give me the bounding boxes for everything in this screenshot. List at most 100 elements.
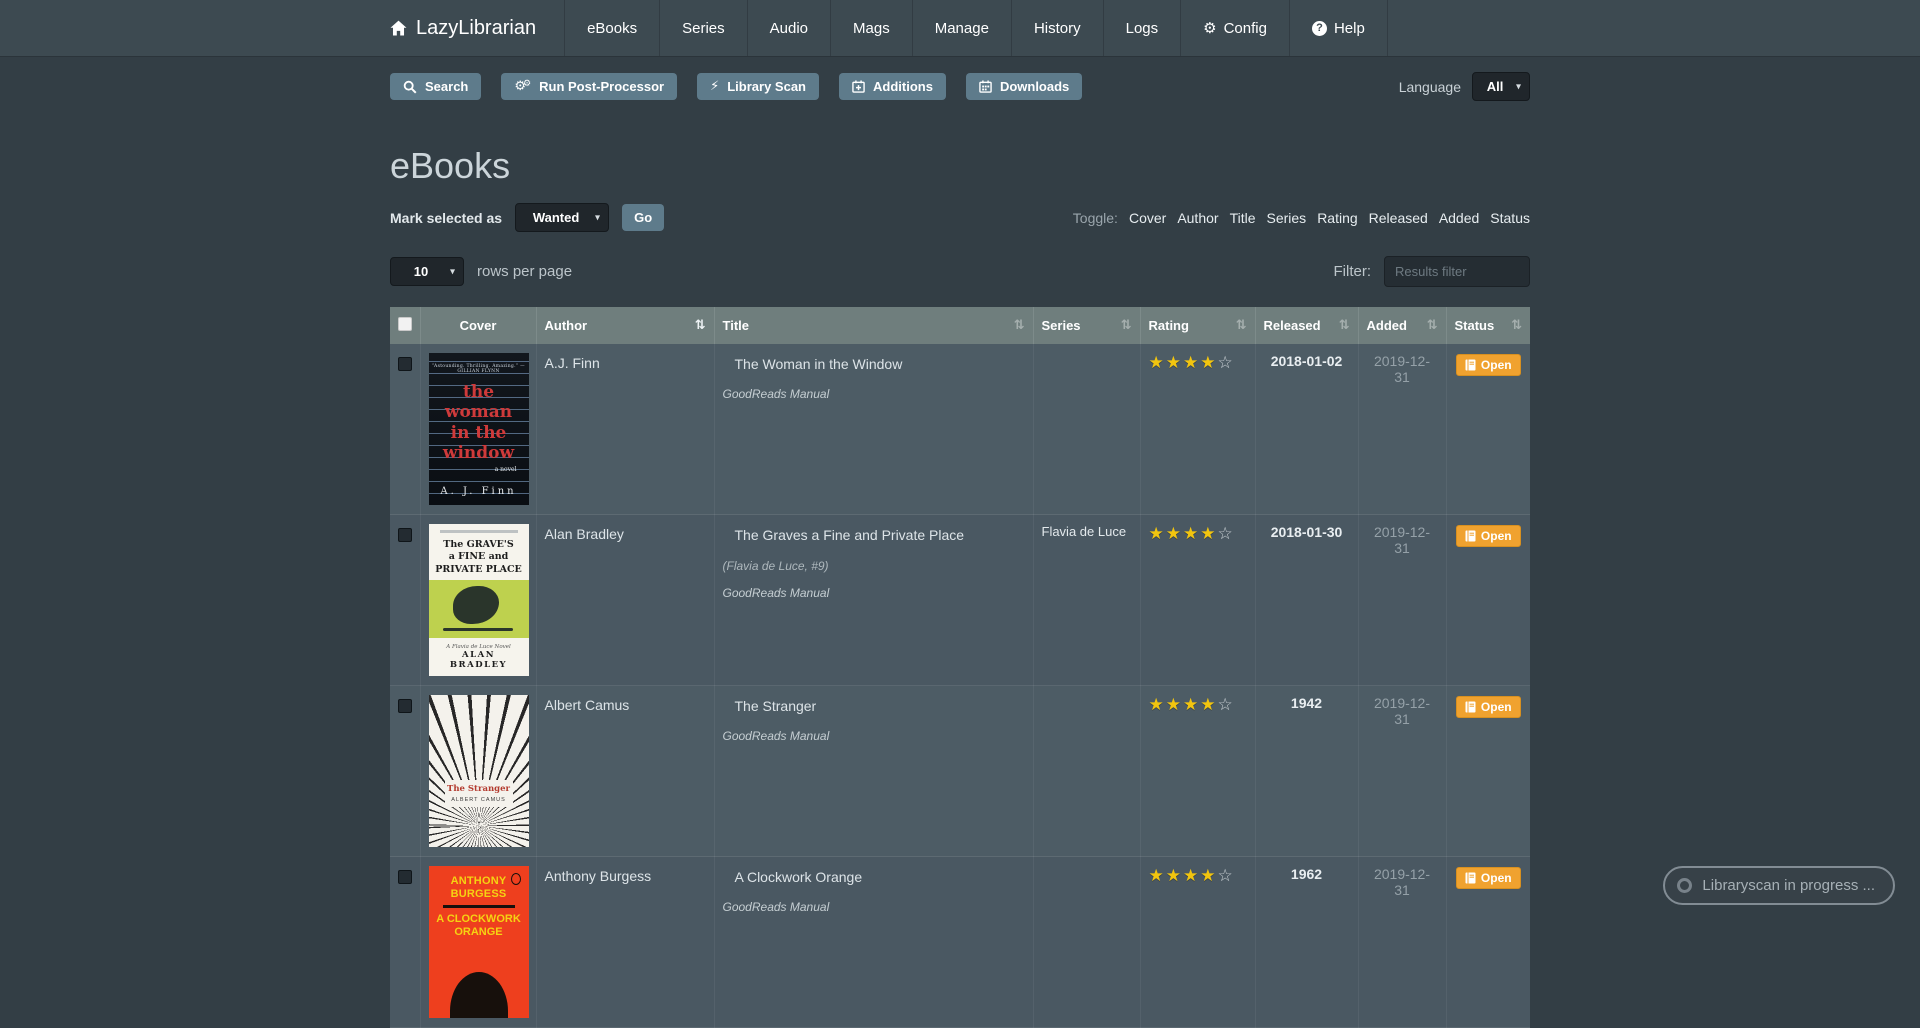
ebooks-table: Cover Author⇅ Title⇅ Series⇅ Rating⇅ Rel…: [390, 307, 1530, 1028]
row-checkbox[interactable]: [398, 699, 412, 713]
series-cell: Flavia de Luce: [1033, 515, 1140, 686]
title-link[interactable]: The Graves a Fine and Private Place: [735, 527, 965, 543]
column-header-cover[interactable]: Cover: [420, 307, 536, 344]
sort-icon[interactable]: ⇅: [1427, 318, 1438, 333]
column-header-title[interactable]: Title⇅: [714, 307, 1033, 344]
cover-art: [511, 873, 521, 885]
book-source: GoodReads Manual: [723, 729, 1025, 743]
sort-icon[interactable]: ⇅: [1511, 318, 1522, 333]
column-header-status[interactable]: Status⇅: [1446, 307, 1530, 344]
sort-icon[interactable]: ⇅: [1339, 318, 1350, 333]
book-cover[interactable]: ANTHONY BURGESS A CLOCKWORK ORANGE: [429, 866, 529, 1018]
library-scan-button[interactable]: ⚡ Library Scan: [697, 73, 819, 100]
nav-menu: eBooks Series Audio Mags Manage History …: [564, 0, 1388, 56]
toggle-added[interactable]: Added: [1439, 210, 1479, 226]
open-button[interactable]: Open: [1456, 354, 1521, 376]
search-button[interactable]: Search: [390, 73, 481, 100]
toggle-status[interactable]: Status: [1490, 210, 1530, 226]
star-rating: ★★★★☆: [1149, 524, 1235, 544]
toggle-cover[interactable]: Cover: [1129, 210, 1166, 226]
author-link[interactable]: Anthony Burgess: [545, 868, 652, 884]
nav-item-logs[interactable]: Logs: [1103, 0, 1181, 56]
language-select[interactable]: All: [1472, 72, 1530, 101]
nav-item-config[interactable]: ⚙ Config: [1180, 0, 1289, 56]
row-checkbox[interactable]: [398, 357, 412, 371]
downloads-button[interactable]: Downloads: [966, 73, 1082, 100]
series-cell: [1033, 857, 1140, 1028]
released-date: 2018-01-30: [1255, 515, 1358, 686]
row-checkbox[interactable]: [398, 528, 412, 542]
rows-per-page-select[interactable]: 10: [390, 257, 464, 286]
brand-label: LazyLibrarian: [416, 17, 536, 40]
go-button[interactable]: Go: [622, 204, 664, 231]
star-rating: ★★★★☆: [1149, 866, 1235, 886]
gear-icon: ⚙: [1203, 21, 1216, 36]
book-icon: [1465, 530, 1476, 542]
added-date: 2019-12-31: [1358, 857, 1446, 1028]
column-header-author[interactable]: Author⇅: [536, 307, 714, 344]
table-row: “Astounding. Thrilling. Amazing.” —GILLI…: [390, 344, 1530, 515]
sort-icon[interactable]: ⇅: [1121, 318, 1132, 333]
cover-art: [443, 905, 515, 908]
language-label: Language: [1399, 79, 1461, 95]
toast-message: Libraryscan in progress ...: [1702, 877, 1875, 894]
nav-item-help[interactable]: Help: [1289, 0, 1388, 56]
nav-item-series[interactable]: Series: [659, 0, 747, 56]
run-post-processor-button[interactable]: ⚙⚙ Run Post-Processor: [501, 73, 677, 100]
help-icon: [1312, 21, 1327, 36]
open-button[interactable]: Open: [1456, 867, 1521, 889]
column-header-series[interactable]: Series⇅: [1033, 307, 1140, 344]
additions-button[interactable]: Additions: [839, 73, 946, 100]
row-checkbox[interactable]: [398, 870, 412, 884]
toggle-label: Toggle:: [1073, 210, 1118, 226]
author-link[interactable]: A.J. Finn: [545, 355, 600, 371]
author-link[interactable]: Albert Camus: [545, 697, 630, 713]
calendar-icon: [979, 80, 992, 93]
column-header-added[interactable]: Added⇅: [1358, 307, 1446, 344]
table-row: The Stranger ALBERT CAMUS Albert Camus T…: [390, 686, 1530, 857]
open-button[interactable]: Open: [1456, 696, 1521, 718]
table-row: The GRAVE'S a FINE and PRIVATE PLACE A F…: [390, 515, 1530, 686]
top-navbar: LazyLibrarian eBooks Series Audio Mags M…: [0, 0, 1920, 57]
author-link[interactable]: Alan Bradley: [545, 526, 624, 542]
mark-selected-select[interactable]: Wanted: [515, 203, 609, 232]
table-row: ANTHONY BURGESS A CLOCKWORK ORANGE Antho…: [390, 857, 1530, 1028]
released-date: 2018-01-02: [1255, 344, 1358, 515]
spinner-icon: [1677, 878, 1692, 893]
released-date: 1942: [1255, 686, 1358, 857]
book-cover[interactable]: The GRAVE'S a FINE and PRIVATE PLACE A F…: [429, 524, 529, 676]
cover-art: [440, 530, 518, 533]
toolbar: Search ⚙⚙ Run Post-Processor ⚡ Library S…: [390, 72, 1530, 101]
nav-item-mags[interactable]: Mags: [830, 0, 912, 56]
book-cover[interactable]: “Astounding. Thrilling. Amazing.” —GILLI…: [429, 353, 529, 505]
toggle-released[interactable]: Released: [1369, 210, 1428, 226]
title-link[interactable]: The Stranger: [735, 698, 817, 714]
added-date: 2019-12-31: [1358, 686, 1446, 857]
series-subtitle: (Flavia de Luce, #9): [723, 559, 1025, 573]
toggle-title[interactable]: Title: [1230, 210, 1256, 226]
open-button[interactable]: Open: [1456, 525, 1521, 547]
book-cover[interactable]: The Stranger ALBERT CAMUS: [429, 695, 529, 847]
book-icon: [1465, 701, 1476, 713]
toggle-author[interactable]: Author: [1177, 210, 1218, 226]
sort-icon[interactable]: ⇅: [1236, 318, 1247, 333]
added-date: 2019-12-31: [1358, 344, 1446, 515]
nav-item-history[interactable]: History: [1011, 0, 1103, 56]
star-rating: ★★★★☆: [1149, 695, 1235, 715]
nav-item-ebooks[interactable]: eBooks: [564, 0, 659, 56]
column-header-released[interactable]: Released⇅: [1255, 307, 1358, 344]
filter-input[interactable]: [1384, 256, 1530, 287]
sort-icon[interactable]: ⇅: [695, 318, 706, 333]
column-header-rating[interactable]: Rating⇅: [1140, 307, 1255, 344]
gears-icon: ⚙⚙: [514, 80, 531, 93]
column-toggles: Toggle: Cover Author Title Series Rating…: [1073, 210, 1530, 226]
select-all-checkbox[interactable]: [398, 317, 412, 331]
toggle-rating[interactable]: Rating: [1317, 210, 1357, 226]
title-link[interactable]: A Clockwork Orange: [735, 869, 863, 885]
sort-icon[interactable]: ⇅: [1014, 318, 1025, 333]
brand-link[interactable]: LazyLibrarian: [390, 0, 564, 56]
toggle-series[interactable]: Series: [1267, 210, 1307, 226]
nav-item-audio[interactable]: Audio: [747, 0, 830, 56]
title-link[interactable]: The Woman in the Window: [735, 356, 903, 372]
nav-item-manage[interactable]: Manage: [912, 0, 1011, 56]
